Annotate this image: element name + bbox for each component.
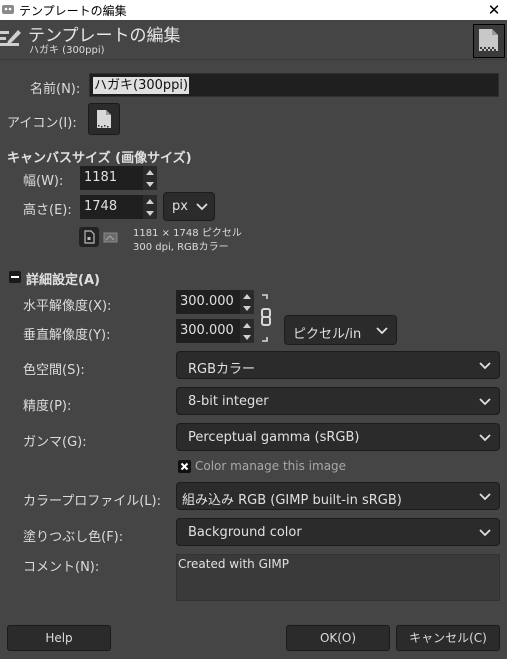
document-icon: [97, 110, 111, 128]
arrow-down-icon: [243, 305, 251, 311]
name-input-value: ハガキ(300ppi): [93, 77, 190, 94]
comment-textarea[interactable]: Created with GIMP: [176, 554, 500, 601]
dialog-header: テンプレートの編集 ハガキ (300ppi): [0, 20, 507, 60]
colorspace-label: 色空間(S):: [23, 363, 85, 378]
precision-select[interactable]: 8-bit integer: [176, 387, 500, 415]
colorspace-select[interactable]: RGBカラー: [176, 351, 500, 379]
canvas-info-dimensions: 1181 × 1748 ピクセル: [133, 228, 242, 239]
edit-template-icon: [0, 30, 21, 46]
chain-icon: [261, 294, 271, 342]
height-spinbutton[interactable]: 1748: [80, 195, 157, 219]
chevron-down-icon: [376, 327, 388, 335]
portrait-orientation-button[interactable]: [79, 227, 99, 247]
close-icon[interactable]: ✕: [485, 0, 503, 20]
arrow-down-icon: [243, 334, 251, 340]
chevron-down-icon: [479, 529, 491, 537]
arrow-down-icon: [146, 210, 154, 216]
comment-label: コメント(N):: [23, 560, 100, 575]
icon-label: アイコン(I):: [7, 116, 77, 131]
chevron-down-icon: [479, 362, 491, 370]
width-decrement-button[interactable]: [143, 178, 157, 190]
xres-increment-button[interactable]: [240, 290, 254, 302]
fill-label: 塗りつぶし色(F):: [23, 530, 124, 545]
chevron-down-icon: [479, 434, 491, 442]
template-preview-icon: [473, 24, 505, 58]
name-input[interactable]: ハガキ(300ppi): [89, 73, 499, 97]
gimp-app-icon: [2, 5, 14, 14]
advanced-section-title: 詳細設定(A): [26, 273, 100, 288]
landscape-orientation-button[interactable]: [102, 229, 120, 245]
minus-icon: [11, 276, 19, 278]
gamma-select[interactable]: Perceptual gamma (sRGB): [176, 423, 500, 451]
xres-label: 水平解像度(X):: [23, 299, 112, 314]
fill-value: Background color: [188, 525, 302, 540]
height-label: 高さ(E):: [23, 203, 72, 218]
arrow-down-icon: [146, 181, 154, 187]
color-profile-value: 組み込み RGB (GIMP built-in sRGB): [182, 493, 402, 508]
chevron-down-icon: [196, 203, 208, 211]
height-value: 1748: [84, 199, 118, 214]
arrow-up-icon: [243, 293, 251, 299]
comment-value: Created with GIMP: [178, 557, 290, 571]
window-title: テンプレートの編集: [19, 4, 127, 18]
icon-picker-button[interactable]: [88, 103, 120, 135]
profile-label: カラープロファイル(L):: [23, 494, 161, 509]
precision-value: 8-bit integer: [188, 394, 269, 409]
ok-button[interactable]: OK(O): [286, 625, 390, 651]
chevron-down-icon: [479, 398, 491, 406]
xres-value: 300.000: [180, 294, 234, 309]
arrow-up-icon: [243, 322, 251, 328]
yres-value: 300.000: [180, 323, 234, 338]
header-subtitle: ハガキ (300ppi): [29, 45, 105, 56]
yres-spinbutton[interactable]: 300.000: [176, 319, 254, 343]
size-unit-value: px: [172, 199, 188, 214]
xres-decrement-button[interactable]: [240, 302, 254, 314]
name-label: 名前(N):: [30, 82, 81, 97]
resolution-unit-value: ピクセル/in: [293, 327, 362, 342]
cancel-button[interactable]: キャンセル(C): [396, 625, 500, 651]
colorspace-value: RGBカラー: [188, 362, 256, 377]
gamma-label: ガンマ(G):: [23, 435, 87, 450]
height-increment-button[interactable]: [143, 195, 157, 207]
height-decrement-button[interactable]: [143, 207, 157, 219]
landscape-icon: [103, 232, 118, 243]
width-spinbutton[interactable]: 1181: [80, 166, 157, 190]
width-value: 1181: [84, 170, 118, 185]
color-manage-label: Color manage this image: [195, 459, 347, 473]
yres-decrement-button[interactable]: [240, 331, 254, 343]
width-label: 幅(W):: [23, 174, 64, 189]
arrow-up-icon: [146, 169, 154, 175]
yres-label: 垂直解像度(Y):: [23, 328, 111, 343]
window-titlebar: テンプレートの編集 ✕: [0, 0, 507, 20]
portrait-icon: [84, 230, 95, 244]
checkbox-checked-icon: [178, 460, 191, 473]
advanced-expander-toggle[interactable]: [9, 271, 21, 283]
yres-increment-button[interactable]: [240, 319, 254, 331]
fill-select[interactable]: Background color: [176, 518, 500, 546]
help-button[interactable]: Help: [7, 625, 111, 651]
canvas-info-resolution: 300 dpi, RGBカラー: [133, 242, 229, 253]
chain-link-toggle[interactable]: [259, 293, 273, 345]
width-increment-button[interactable]: [143, 166, 157, 178]
size-unit-select[interactable]: px: [163, 192, 215, 221]
precision-label: 精度(P):: [23, 399, 72, 414]
resolution-unit-select[interactable]: ピクセル/in: [284, 315, 397, 345]
gamma-value: Perceptual gamma (sRGB): [188, 430, 360, 445]
canvas-size-section-title: キャンバスサイズ (画像サイズ): [7, 151, 192, 166]
arrow-up-icon: [146, 198, 154, 204]
xres-spinbutton[interactable]: 300.000: [176, 290, 254, 314]
chevron-down-icon: [479, 493, 491, 501]
color-profile-select[interactable]: 組み込み RGB (GIMP built-in sRGB): [176, 482, 500, 510]
